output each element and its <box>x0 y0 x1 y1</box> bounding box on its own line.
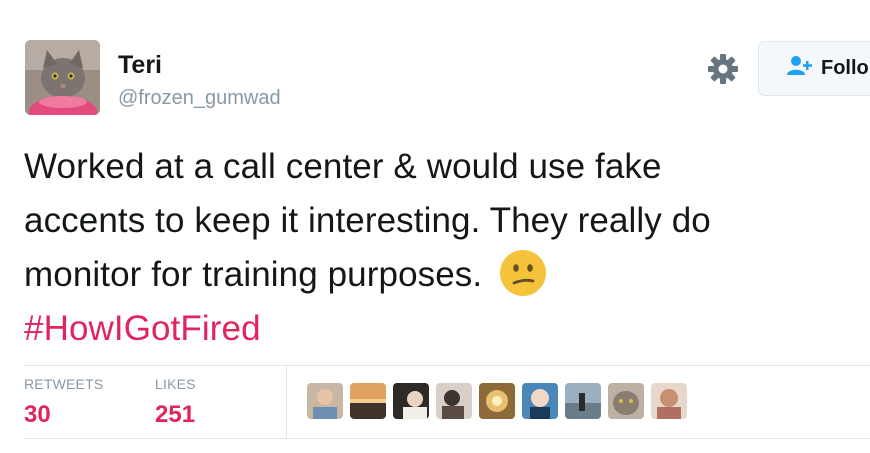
retweets-label: RETWEETS <box>24 376 104 392</box>
tweet-text: Worked at a call center & would use fake… <box>24 140 854 356</box>
follow-button[interactable]: Follo <box>758 41 870 96</box>
liker-avatar-7[interactable] <box>565 383 601 419</box>
tweet-line-1: Worked at a call center & would use fake <box>24 147 662 186</box>
hashtag-link[interactable]: #HowIGotFired <box>24 302 854 356</box>
confused-face-icon <box>500 249 547 296</box>
user-display-name[interactable]: Teri <box>118 50 162 80</box>
liker-avatar-1[interactable] <box>307 383 343 419</box>
tweet-line-3: monitor for training purposes. <box>24 248 854 302</box>
liker-avatar-6[interactable] <box>522 383 558 419</box>
liker-avatar-5[interactable] <box>479 383 515 419</box>
retweets-count: 30 <box>24 401 51 428</box>
liker-avatars <box>307 383 687 419</box>
liker-avatar-2[interactable] <box>350 383 386 419</box>
likes-count: 251 <box>155 401 196 428</box>
stats-vertical-divider <box>286 366 287 438</box>
liker-avatar-4[interactable] <box>436 383 472 419</box>
likes-stat[interactable]: LIKES 251 <box>155 376 196 430</box>
retweets-stat[interactable]: RETWEETS 30 <box>24 376 103 430</box>
liker-avatar-9[interactable] <box>651 383 687 419</box>
follow-button-label: Follo <box>821 57 869 79</box>
liker-avatar-3[interactable] <box>393 383 429 419</box>
stats-divider-top <box>24 365 870 366</box>
user-handle[interactable]: @frozen_gumwad <box>118 86 281 110</box>
avatar[interactable] <box>25 40 100 115</box>
gear-icon[interactable] <box>705 51 741 87</box>
add-user-icon <box>785 55 813 82</box>
tweet-line-2: accents to keep it interesting. They rea… <box>24 201 711 240</box>
liker-avatar-8[interactable] <box>608 383 644 419</box>
tweet-line-3-text: monitor for training purposes. <box>24 255 483 294</box>
stats-divider-bottom <box>24 438 870 439</box>
likes-label: LIKES <box>155 376 196 392</box>
